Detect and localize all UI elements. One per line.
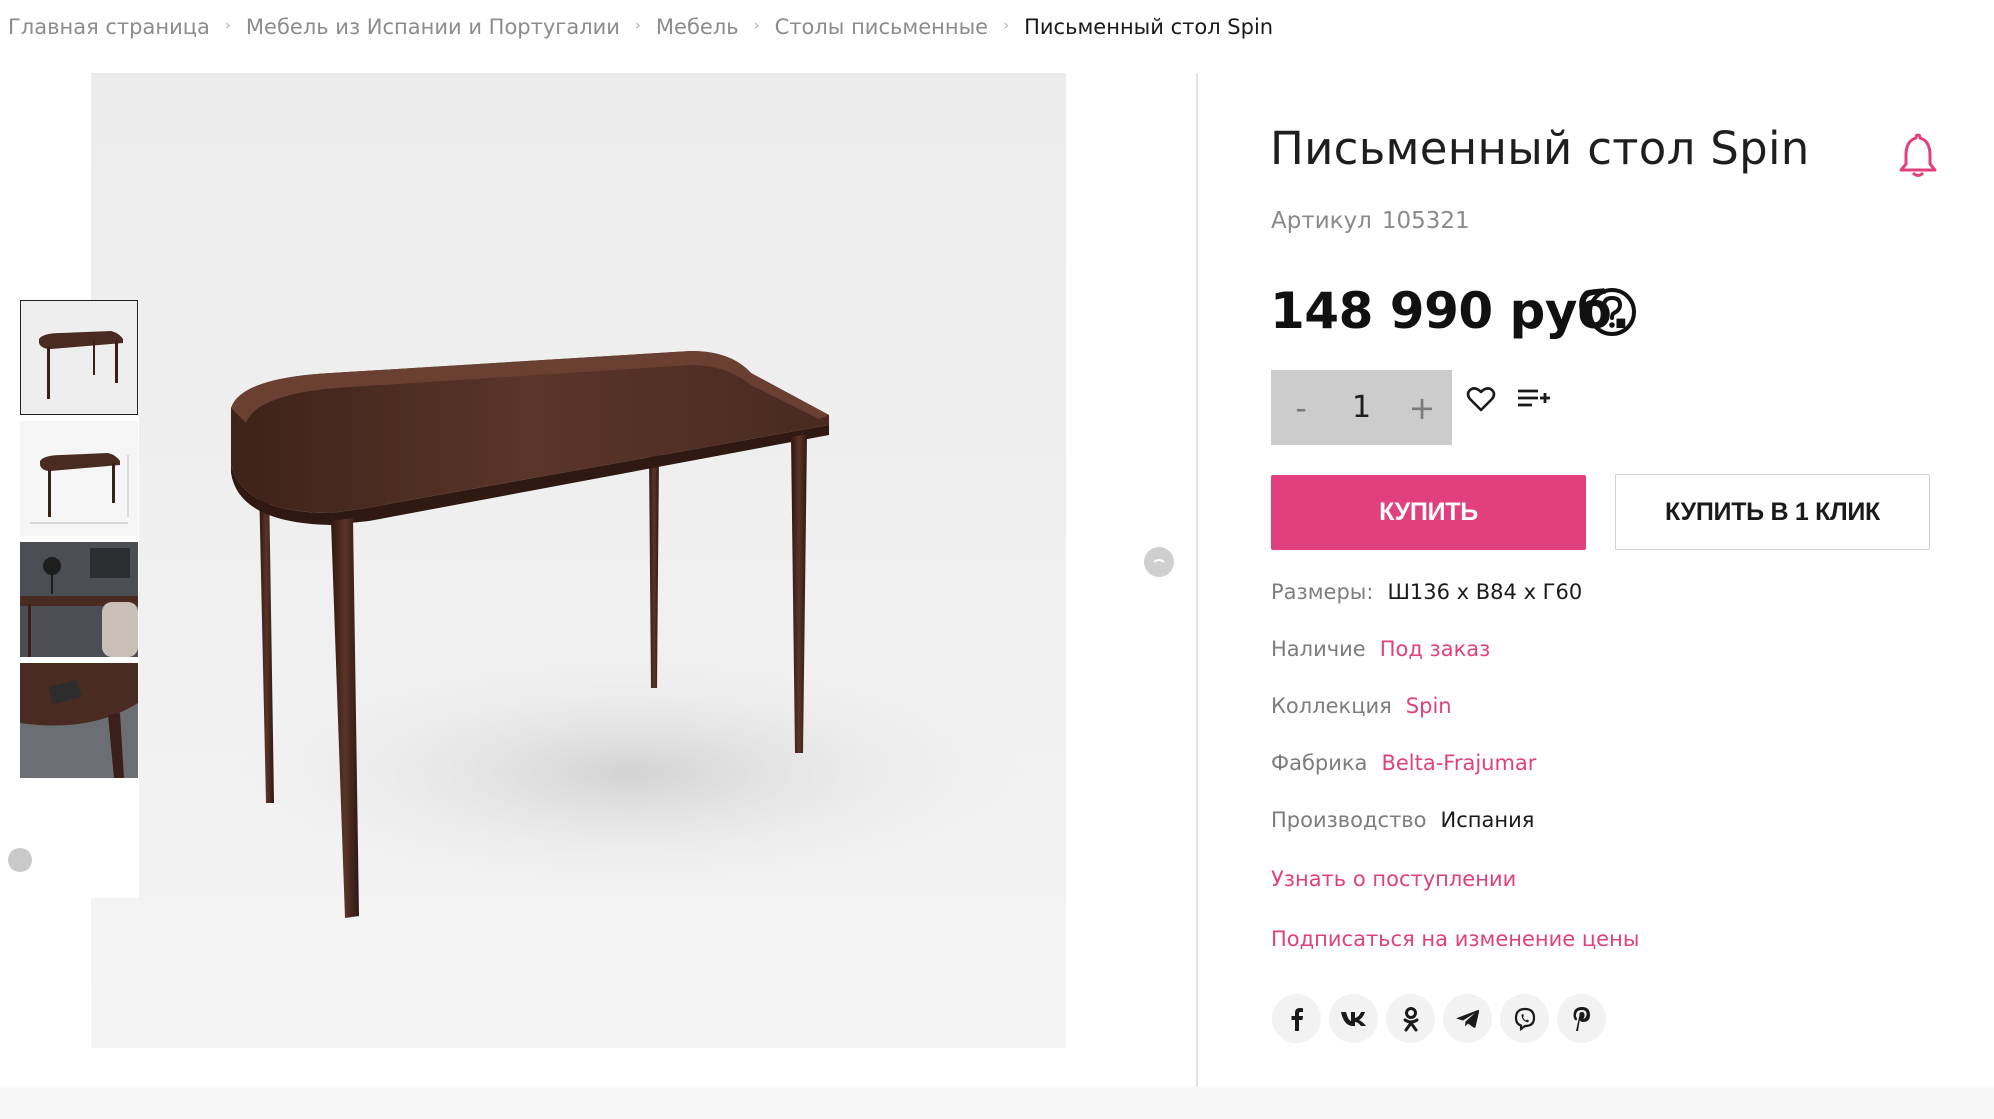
product-main-image[interactable] <box>91 73 1066 1048</box>
qty-increase-button[interactable]: + <box>1392 389 1452 427</box>
breadcrumb-desks[interactable]: Столы письменные <box>775 15 988 39</box>
thumbnail-2[interactable] <box>20 421 138 536</box>
prop-factory: Фабрика Belta-Frajumar <box>1271 751 1536 775</box>
thumbnail-1[interactable] <box>20 300 138 415</box>
question-circle-icon[interactable] <box>1586 286 1638 338</box>
pinterest-share-button[interactable] <box>1557 994 1606 1043</box>
prop-collection-link[interactable]: Spin <box>1406 694 1452 718</box>
pinterest-icon <box>1573 1006 1590 1031</box>
thumbnail-4[interactable] <box>20 663 138 778</box>
odnoklassniki-icon <box>1403 1006 1418 1031</box>
prop-availability-value[interactable]: Под заказ <box>1380 637 1491 661</box>
chevron-right-icon <box>1153 559 1165 563</box>
share-buttons <box>1272 994 1614 1043</box>
prop-collection-label: Коллекция <box>1271 694 1392 718</box>
viber-icon <box>1514 1007 1535 1031</box>
breadcrumb-current: Письменный стол Spin <box>1024 15 1274 39</box>
prop-factory-label: Фабрика <box>1271 751 1368 775</box>
breadcrumb-furniture[interactable]: Мебель <box>656 15 739 39</box>
prop-size-label: Размеры: <box>1271 580 1374 604</box>
vk-icon <box>1340 1011 1366 1026</box>
prop-size-value: Ш136 x В84 x Г60 <box>1387 580 1583 604</box>
sku-label: Артикул <box>1271 208 1372 234</box>
compare-list-icon[interactable] <box>1516 384 1552 414</box>
product-title: Письменный стол Spin <box>1270 122 1810 175</box>
prop-origin: Производство Испания <box>1271 808 1534 832</box>
breadcrumb-home[interactable]: Главная страница <box>8 15 210 39</box>
facebook-icon <box>1291 1007 1303 1031</box>
viber-share-button[interactable] <box>1500 994 1549 1043</box>
prop-availability: Наличие Под заказ <box>1271 637 1490 661</box>
qty-decrease-button[interactable]: - <box>1271 389 1331 427</box>
buy-one-click-button[interactable]: КУПИТЬ В 1 КЛИК <box>1615 474 1930 550</box>
breadcrumb: Главная страница › Мебель из Испании и П… <box>8 12 1273 42</box>
prop-size: Размеры: Ш136 x В84 x Г60 <box>1271 580 1582 604</box>
prop-origin-label: Производство <box>1271 808 1427 832</box>
breadcrumb-separator: › <box>224 16 231 34</box>
breadcrumb-furniture-spain-portugal[interactable]: Мебель из Испании и Португалии <box>246 15 620 39</box>
heart-icon[interactable] <box>1466 384 1496 414</box>
odnoklassniki-share-button[interactable] <box>1386 994 1435 1043</box>
bell-icon[interactable] <box>1896 131 1940 179</box>
sku-value: 105321 <box>1381 208 1470 234</box>
telegram-share-button[interactable] <box>1443 994 1492 1043</box>
gallery-next-arrow[interactable] <box>1144 547 1174 577</box>
prop-collection: Коллекция Spin <box>1271 694 1452 718</box>
facebook-share-button[interactable] <box>1272 994 1321 1043</box>
notify-arrival-link[interactable]: Узнать о поступлении <box>1271 867 1516 891</box>
price-subscribe-link[interactable]: Подписаться на изменение цены <box>1271 927 1639 951</box>
prop-factory-link[interactable]: Belta-Frajumar <box>1381 751 1536 775</box>
qty-input[interactable]: 1 <box>1331 390 1392 425</box>
footer-strip <box>0 1087 1994 1119</box>
gallery-prev-arrow[interactable] <box>8 848 32 872</box>
thumbnail-list <box>8 300 139 898</box>
product-price: 148 990 руб. <box>1270 282 1630 340</box>
prop-availability-label: Наличие <box>1271 637 1366 661</box>
product-sku: Артикул 105321 <box>1271 208 1470 234</box>
column-divider <box>1196 73 1198 1087</box>
thumbnail-3[interactable] <box>20 542 138 657</box>
quantity-stepper: - 1 + <box>1271 370 1452 445</box>
telegram-icon <box>1456 1009 1479 1028</box>
desk-illustration <box>211 351 1051 918</box>
breadcrumb-separator: › <box>634 16 641 34</box>
breadcrumb-separator: › <box>1003 16 1010 34</box>
prop-origin-value: Испания <box>1440 808 1535 832</box>
vk-share-button[interactable] <box>1329 994 1378 1043</box>
breadcrumb-separator: › <box>753 16 760 34</box>
buy-button[interactable]: КУПИТЬ <box>1271 475 1586 550</box>
